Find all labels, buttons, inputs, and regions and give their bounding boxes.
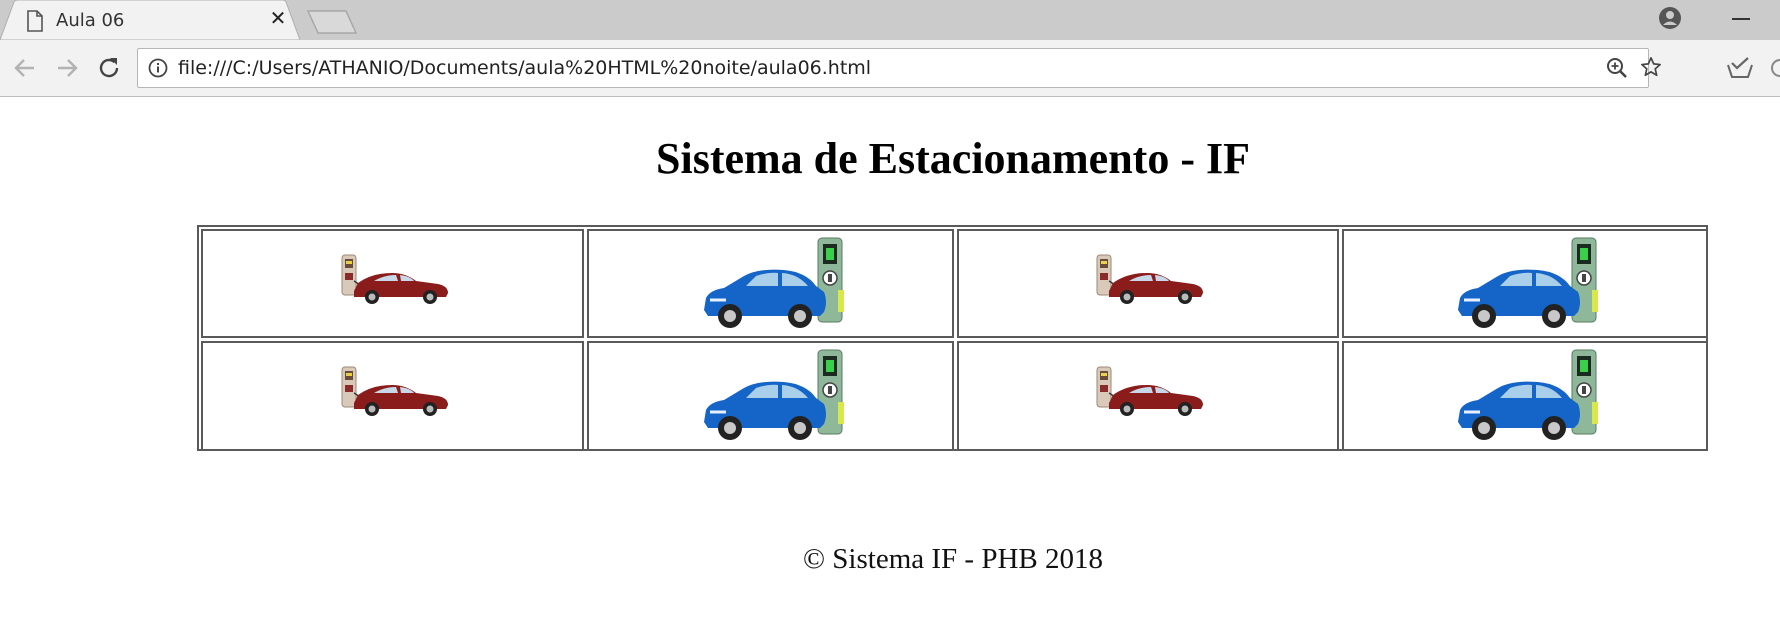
zoom-icon[interactable]	[1606, 57, 1628, 79]
parking-spot-cell	[957, 341, 1339, 451]
close-tab-icon[interactable]: ✕	[268, 8, 288, 30]
parking-table	[197, 225, 1708, 451]
tab-strip: Aula 06 ✕	[0, 0, 1780, 40]
tab-shape	[0, 0, 300, 40]
parking-spot-cell	[957, 229, 1339, 338]
browser-toolbar: file:///C:/Users/ATHANIO/Documents/aula%…	[0, 40, 1780, 97]
parking-spot-cell	[587, 341, 954, 451]
minimize-button[interactable]	[1732, 18, 1750, 20]
profile-icon[interactable]	[1658, 6, 1682, 30]
parking-grid	[201, 229, 1708, 451]
forward-icon[interactable]	[54, 55, 80, 81]
tab-aula06[interactable]: Aula 06 ✕	[0, 0, 300, 40]
new-tab-button[interactable]	[306, 9, 358, 35]
red-car-charger-image	[1096, 254, 1203, 304]
parking-spot-cell	[587, 229, 954, 338]
address-bar[interactable]: file:///C:/Users/ATHANIO/Documents/aula%…	[137, 48, 1661, 88]
parking-spot-cell	[1342, 229, 1708, 338]
footer-copyright: © Sistema IF - PHB 2018	[803, 543, 1103, 575]
back-icon[interactable]	[12, 55, 38, 81]
parking-spot-cell	[1342, 341, 1708, 451]
extension-icon[interactable]	[1726, 55, 1754, 81]
blue-car-charger-image	[704, 349, 844, 440]
red-car-charger-image	[341, 366, 448, 416]
extension-icon-partial[interactable]	[1768, 55, 1780, 81]
blue-car-charger-image	[1458, 349, 1598, 440]
page-content: Sistema de Estacionamento - IF © Sistema…	[0, 97, 1780, 626]
url-text[interactable]: file:///C:/Users/ATHANIO/Documents/aula%…	[178, 57, 871, 79]
parking-spot-cell	[201, 229, 584, 338]
blue-car-charger-image	[1458, 237, 1598, 328]
bookmark-star-icon[interactable]	[1640, 56, 1662, 78]
parking-spot-cell	[201, 341, 584, 451]
page-title: Sistema de Estacionamento - IF	[656, 134, 1250, 183]
page-icon	[27, 10, 43, 32]
tab-title: Aula 06	[56, 10, 125, 31]
blue-car-charger-image	[704, 237, 844, 328]
red-car-charger-image	[341, 254, 448, 304]
reload-icon[interactable]	[96, 55, 122, 81]
info-icon[interactable]	[148, 58, 168, 78]
red-car-charger-image	[1096, 366, 1203, 416]
